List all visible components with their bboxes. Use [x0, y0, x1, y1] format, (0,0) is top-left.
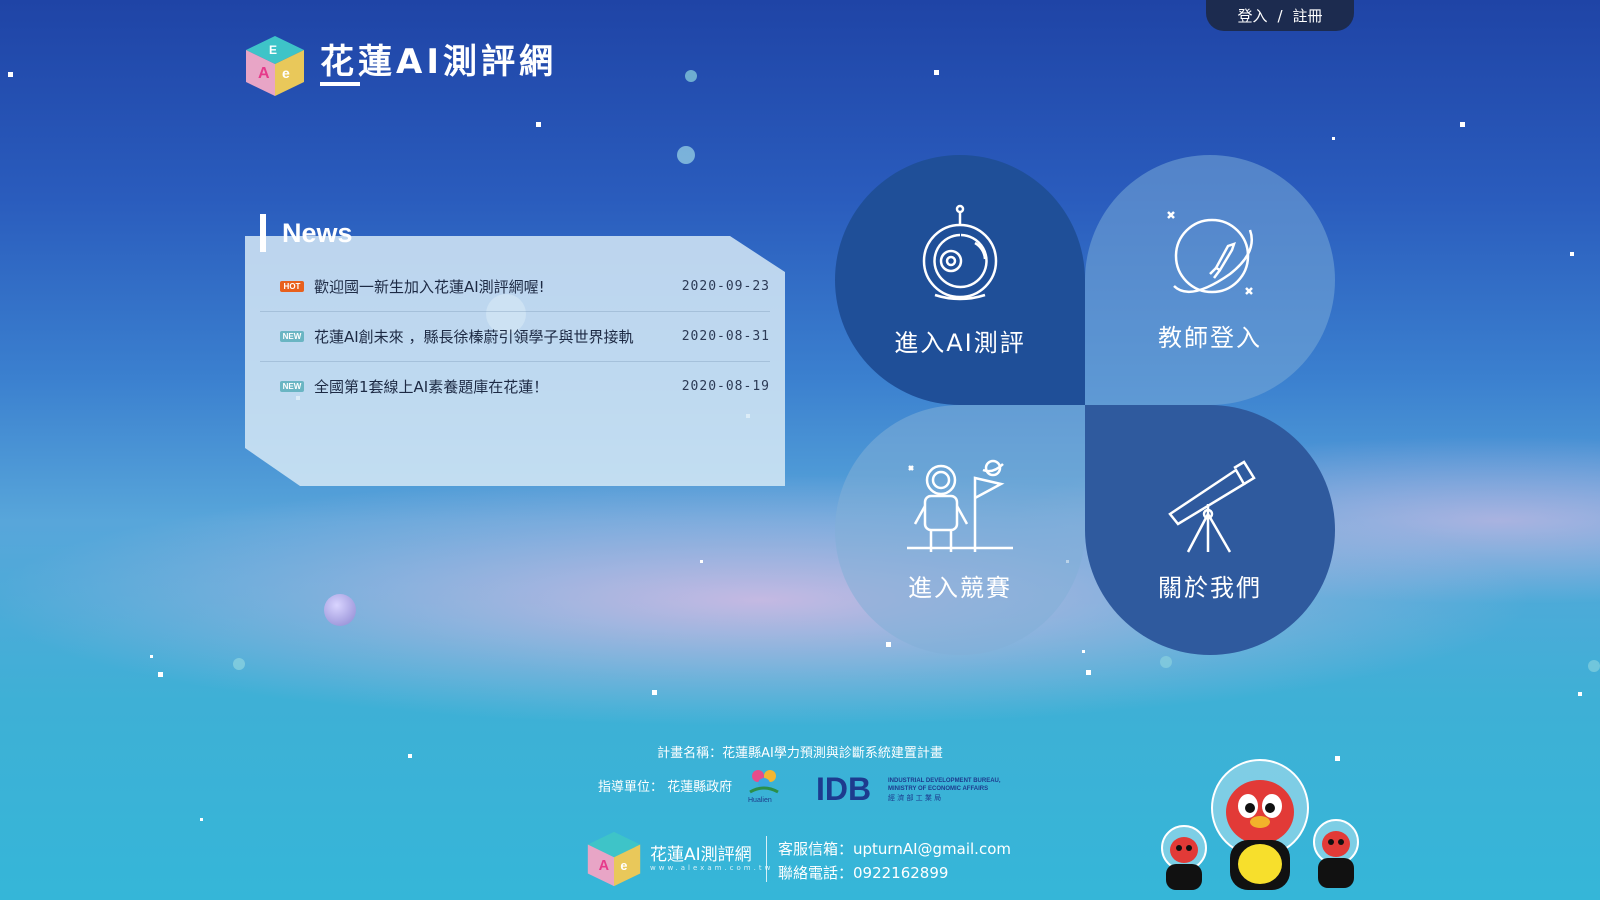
news-item-date: 2020-09-23	[681, 279, 770, 294]
planet-rocket-icon	[1167, 210, 1253, 295]
idb-logo[interactable]: IDB INDUSTRIAL DEVELOPMENT BUREAU, MINIS…	[816, 772, 1006, 806]
news-title: News	[282, 217, 353, 248]
footer-brand-url: www.alexam.com.tw	[650, 864, 774, 872]
login-register-tab: 登入 / 註冊	[1206, 0, 1354, 31]
svg-text:A: A	[258, 65, 270, 82]
news-item-date: 2020-08-31	[681, 329, 770, 344]
login-link[interactable]: 登入	[1237, 5, 1267, 26]
news-item[interactable]: NEW 花蓮AI創未來 ，縣長徐榛蔚引領學子與世界接軌 2020-08-31	[260, 312, 770, 362]
footer-guide-unit: 指導單位： 花蓮縣政府	[598, 780, 733, 795]
news-heading-bar	[260, 214, 266, 252]
footer-phone: 聯絡電話：0922162899	[778, 864, 949, 882]
enter-assessment-label: 進入AI測評	[894, 328, 1026, 357]
svg-text:E: E	[269, 43, 277, 57]
title-underline	[320, 82, 360, 86]
news-item-text[interactable]: 全國第1套線上AI素養題庫在花蓮！	[314, 376, 678, 397]
astronaut-helmet-icon	[922, 204, 998, 300]
idb-en-line1: INDUSTRIAL DEVELOPMENT BUREAU,	[888, 778, 1001, 784]
register-link[interactable]: 註冊	[1293, 5, 1323, 26]
logo-cube-icon[interactable]: A e E	[244, 34, 306, 98]
login-separator: /	[1277, 6, 1283, 25]
astronaut-flag-icon	[907, 459, 1013, 552]
news-item-text[interactable]: 歡迎國一新生加入花蓮AI測評網喔!	[314, 276, 678, 297]
news-item-text[interactable]: 花蓮AI創未來 ，縣長徐榛蔚引領學子與世界接軌	[314, 326, 678, 347]
teacher-login-button[interactable]: 教師登入	[1085, 155, 1335, 405]
news-item[interactable]: HOT 歡迎國一新生加入花蓮AI測評網喔! 2020-09-23	[260, 262, 770, 312]
teacher-login-label: 教師登入	[1158, 323, 1262, 352]
news-list: HOT 歡迎國一新生加入花蓮AI測評網喔! 2020-09-23 NEW 花蓮A…	[260, 262, 770, 411]
footer-contact: 客服信箱：upturnAI@gmail.com 聯絡電話：0922162899	[778, 837, 1011, 885]
news-item[interactable]: NEW 全國第1套線上AI素養題庫在花蓮！ 2020-08-19	[260, 362, 770, 411]
telescope-icon	[1168, 459, 1256, 553]
idb-text: IDB	[816, 772, 871, 806]
footer-divider	[766, 836, 767, 882]
footer-email[interactable]: 客服信箱：upturnAI@gmail.com	[778, 837, 1011, 861]
hualien-text: Hualien	[748, 797, 772, 804]
news-heading: News	[260, 214, 353, 252]
footer-logo-cube-icon: A e	[587, 831, 641, 887]
site-title[interactable]: 花蓮AI測評網	[320, 34, 557, 83]
svg-text:e: e	[282, 65, 290, 81]
svg-text:e: e	[620, 859, 627, 873]
idb-zh: 經 濟 部 工 業 局	[888, 793, 941, 802]
enter-competition-button[interactable]: 進入競賽	[835, 405, 1085, 655]
about-us-button[interactable]: 關於我們	[1085, 405, 1335, 655]
idb-en-line2: MINISTRY OF ECONOMIC AFFAIRS	[888, 786, 988, 792]
news-item-date: 2020-08-19	[681, 379, 770, 394]
enter-competition-label: 進入競賽	[908, 573, 1012, 602]
hualien-logo[interactable]: Hualien	[746, 766, 782, 804]
about-us-label: 關於我們	[1158, 573, 1262, 602]
penguin-mascot-icon	[1161, 759, 1359, 890]
footer-brand-name: 花蓮AI測評網	[650, 845, 752, 865]
new-badge: NEW	[280, 381, 304, 392]
enter-assessment-button[interactable]: 進入AI測評	[835, 155, 1085, 405]
hot-badge: HOT	[280, 281, 304, 292]
new-badge: NEW	[280, 331, 304, 342]
svg-text:A: A	[599, 858, 610, 874]
